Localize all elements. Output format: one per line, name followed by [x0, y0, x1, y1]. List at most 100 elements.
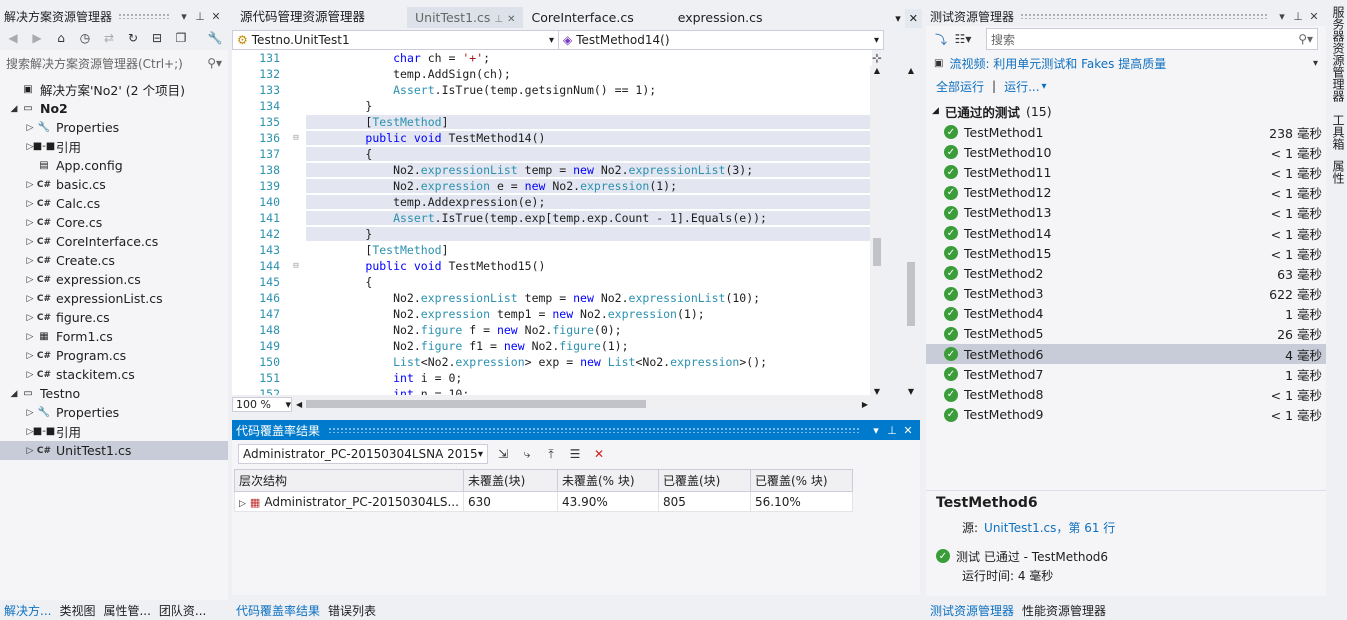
- test-row[interactable]: ✓ TestMethod10 < 1 毫秒: [926, 142, 1326, 162]
- tree-item[interactable]: ▷ C# Calc.cs: [0, 194, 228, 213]
- expand-arrow-icon[interactable]: ▷: [24, 237, 36, 247]
- tree-item[interactable]: ▷ C# Create.cs: [0, 251, 228, 270]
- group-by-icon[interactable]: ☷▾: [954, 30, 972, 48]
- zoom-dropdown[interactable]: 100 % ▾: [232, 396, 292, 412]
- tab-expression[interactable]: expression.cs: [670, 7, 771, 28]
- test-row[interactable]: ✓ TestMethod8 < 1 毫秒: [926, 384, 1326, 404]
- code-line[interactable]: 136 ⊟ public void TestMethod14(): [232, 130, 872, 146]
- test-row[interactable]: ✓ TestMethod4 1 毫秒: [926, 304, 1326, 324]
- tab-list-dropdown-icon[interactable]: ▾: [891, 9, 905, 28]
- editor-scroll-thumb[interactable]: [873, 238, 881, 266]
- tab-solution-explorer[interactable]: 解决方...: [4, 602, 51, 619]
- scroll-up-icon[interactable]: ▲: [904, 66, 918, 75]
- test-row[interactable]: ✓ TestMethod5 26 毫秒: [926, 324, 1326, 344]
- solution-explorer-titlebar[interactable]: 解决方案资源管理器 ▾ ⊥ ✕: [0, 6, 228, 26]
- test-row[interactable]: ✓ TestMethod3 622 毫秒: [926, 284, 1326, 304]
- code-line[interactable]: 142 }: [232, 226, 872, 242]
- tree-item[interactable]: ▤ App.config: [0, 156, 228, 175]
- properties-icon[interactable]: 🔧: [206, 29, 224, 47]
- close-icon[interactable]: ✕: [1306, 10, 1322, 23]
- code-line[interactable]: 149 No2.figure f1 = new No2.figure(1);: [232, 338, 872, 354]
- export-results-icon[interactable]: ⤒: [542, 445, 560, 463]
- test-row[interactable]: ✓ TestMethod1 238 毫秒: [926, 122, 1326, 142]
- tree-item[interactable]: ▷ C# expression.cs: [0, 270, 228, 289]
- run-tests-after-build-icon[interactable]: ⤵: [932, 30, 950, 48]
- scroll-right-icon[interactable]: ▶: [858, 400, 872, 409]
- chevron-down-icon[interactable]: ▾: [1042, 81, 1047, 92]
- scroll-left-icon[interactable]: ◀: [292, 400, 306, 409]
- test-explorer-titlebar[interactable]: 测试资源管理器 ▾ ⊥ ✕: [926, 6, 1326, 26]
- expand-arrow-icon[interactable]: ◢: [8, 104, 20, 114]
- class-navigation-dropdown[interactable]: ⚙ Testno.UnitTest1 ▾: [233, 31, 559, 49]
- column-header-covered-percent[interactable]: 已覆盖(% 块): [750, 469, 853, 492]
- collapse-arrow-icon[interactable]: ◢: [932, 106, 939, 116]
- tab-team-explorer[interactable]: 团队资...: [159, 602, 206, 619]
- passed-group-header[interactable]: ◢ 已通过的测试 (15): [926, 100, 1326, 122]
- forward-icon[interactable]: ▶: [28, 29, 46, 47]
- test-search-input[interactable]: 搜索 ⚲▾: [986, 28, 1318, 50]
- expand-arrow-icon[interactable]: ▷: [239, 499, 246, 509]
- coverage-session-dropdown[interactable]: Administrator_PC-20150304LSNA 2015- ▾: [238, 444, 488, 464]
- expand-arrow-icon[interactable]: ▷: [24, 256, 36, 266]
- expand-arrow-icon[interactable]: ▷: [24, 408, 36, 418]
- expand-arrow-icon[interactable]: ▷: [24, 370, 36, 380]
- sync-icon[interactable]: ⇄: [100, 29, 118, 47]
- close-tab-icon[interactable]: ✕: [507, 14, 515, 25]
- tree-item[interactable]: ▷ 🔧 Properties: [0, 118, 228, 137]
- test-row[interactable]: ✓ TestMethod7 1 毫秒: [926, 364, 1326, 384]
- coloring-icon[interactable]: ☰: [566, 445, 584, 463]
- test-row[interactable]: ✓ TestMethod12 < 1 毫秒: [926, 183, 1326, 203]
- expand-arrow-icon[interactable]: ▷: [24, 199, 36, 209]
- column-header-hierarchy[interactable]: 层次结构: [234, 469, 464, 492]
- tab-test-explorer[interactable]: 测试资源管理器: [930, 602, 1014, 619]
- expand-arrow-icon[interactable]: ▷: [24, 218, 36, 228]
- tree-item[interactable]: ▷ C# stackitem.cs: [0, 365, 228, 384]
- column-header-not-covered-percent[interactable]: 未覆盖(% 块): [557, 469, 659, 492]
- tree-item[interactable]: ◢ ▭ Testno: [0, 384, 228, 403]
- side-tab-properties[interactable]: 属性: [1330, 160, 1347, 184]
- scroll-down-icon[interactable]: ▼: [870, 387, 884, 396]
- collapse-all-icon[interactable]: ⊟: [148, 29, 166, 47]
- pin-icon[interactable]: ⊥: [1290, 10, 1306, 23]
- code-line[interactable]: 135 [TestMethod]: [232, 114, 872, 130]
- test-row[interactable]: ✓ TestMethod15 < 1 毫秒: [926, 243, 1326, 263]
- code-line[interactable]: 140 temp.Addexpression(e);: [232, 194, 872, 210]
- pane-vertical-scrollbar[interactable]: ▲ ▼: [904, 66, 918, 396]
- close-icon[interactable]: ✕: [208, 10, 224, 23]
- tab-class-view[interactable]: 类视图: [59, 602, 95, 619]
- horizontal-scroll-thumb[interactable]: [306, 400, 647, 408]
- code-line[interactable]: 134 }: [232, 98, 872, 114]
- solution-search-input[interactable]: 搜索解决方案资源管理器(Ctrl+;) ⚲▾: [2, 52, 226, 74]
- close-icon[interactable]: ✕: [900, 424, 916, 437]
- tree-item[interactable]: ▷ C# basic.cs: [0, 175, 228, 194]
- test-row[interactable]: ✓ TestMethod9 < 1 毫秒: [926, 405, 1326, 425]
- expand-arrow-icon[interactable]: ▷: [24, 123, 36, 133]
- fold-icon[interactable]: ⊟: [286, 261, 306, 271]
- tab-error-list[interactable]: 错误列表: [328, 602, 376, 619]
- tab-unittest1[interactable]: UnitTest1.cs ⊥ ✕: [407, 7, 524, 28]
- refresh-icon[interactable]: ↻: [124, 29, 142, 47]
- copy-icon[interactable]: ❐: [172, 29, 190, 47]
- code-line[interactable]: 151 int i = 0;: [232, 370, 872, 386]
- test-row[interactable]: ✓ TestMethod6 4 毫秒: [926, 344, 1326, 365]
- code-line[interactable]: 138 No2.expressionList temp = new No2.ex…: [232, 162, 872, 178]
- titlebar-grip[interactable]: [328, 427, 860, 433]
- code-line[interactable]: 146 No2.expressionList temp = new No2.ex…: [232, 290, 872, 306]
- code-line[interactable]: 143 [TestMethod]: [232, 242, 872, 258]
- code-line[interactable]: 147 No2.expression temp1 = new No2.expre…: [232, 306, 872, 322]
- horizontal-scrollbar[interactable]: [306, 400, 858, 408]
- tree-item[interactable]: ▷ C# expressionList.cs: [0, 289, 228, 308]
- scroll-up-icon[interactable]: ▲: [870, 66, 884, 75]
- code-editor[interactable]: 131 char ch = '+'; 132 temp.AddSign(ch); 1…: [232, 50, 872, 395]
- code-line[interactable]: 133 Assert.IsTrue(temp.getsignNum() == 1…: [232, 82, 872, 98]
- pin-icon[interactable]: ⊥: [494, 14, 503, 25]
- side-tab-toolbox[interactable]: 工具箱: [1330, 114, 1347, 150]
- chevron-down-icon[interactable]: ▾: [1313, 58, 1318, 69]
- column-header-not-covered-blocks[interactable]: 未覆盖(块): [463, 469, 558, 492]
- run-link[interactable]: 运行...: [1004, 78, 1039, 95]
- tree-item[interactable]: ▷ C# UnitTest1.cs: [0, 441, 228, 460]
- search-icon[interactable]: ⚲▾: [1298, 32, 1313, 46]
- code-line[interactable]: 141 Assert.IsTrue(temp.exp[temp.exp.Coun…: [232, 210, 872, 226]
- code-line[interactable]: 148 No2.figure f = new No2.figure(0);: [232, 322, 872, 338]
- test-row[interactable]: ✓ TestMethod11 < 1 毫秒: [926, 162, 1326, 182]
